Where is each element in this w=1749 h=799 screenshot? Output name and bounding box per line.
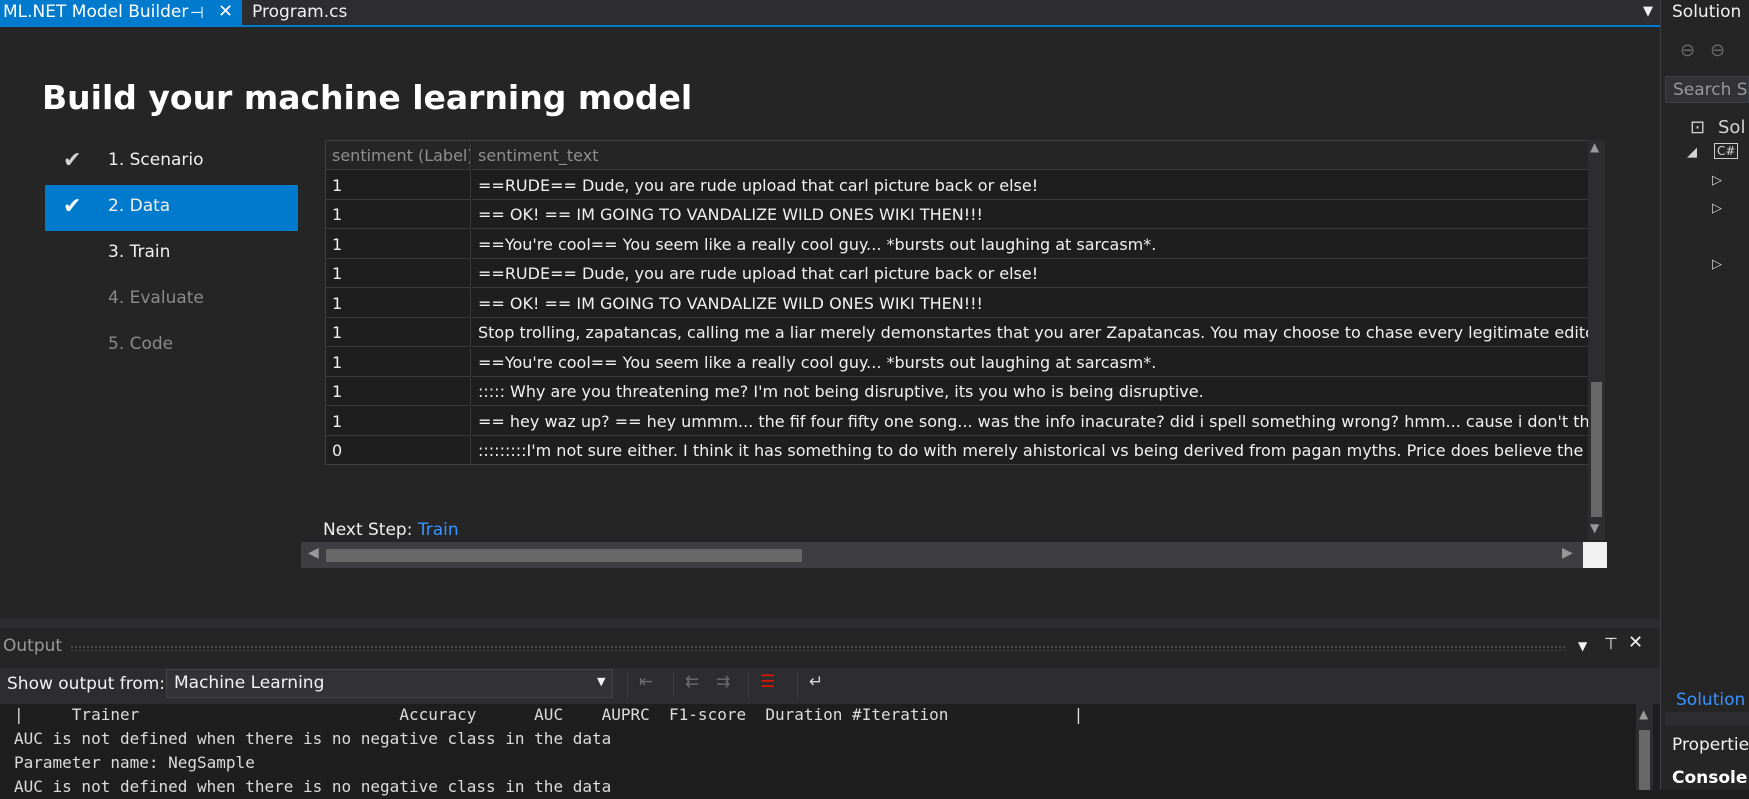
- table-cell-label: 1: [326, 288, 471, 318]
- table-cell-text: Stop trolling, zapatancas, calling me a …: [472, 318, 1588, 347]
- table-cell-label: 1: [326, 347, 471, 377]
- table-cell-text: ==You're cool== You seem like a really c…: [472, 348, 1588, 377]
- properties-object: Console: [1672, 768, 1748, 788]
- next-message-icon: ⇉: [716, 672, 731, 692]
- table-cell-text: ==RUDE== Dude, you are rude upload that …: [472, 259, 1588, 288]
- output-vertical-scroll-thumb[interactable]: [1639, 730, 1650, 790]
- toolbar-separator: [627, 672, 628, 698]
- table-cell-label: 1: [326, 318, 471, 347]
- previous-message-icon: ⇇: [685, 672, 700, 692]
- output-title: Output: [3, 636, 63, 656]
- tab-list-dropdown-icon[interactable]: ▼: [1643, 4, 1653, 19]
- collapse-arrow-icon[interactable]: ▷: [1712, 257, 1722, 272]
- solution-explorer-tab[interactable]: Solution: [1676, 690, 1745, 710]
- page-title: Build your machine learning model: [42, 78, 693, 117]
- drag-grip[interactable]: [70, 645, 1565, 651]
- step-label: 2. Data: [108, 196, 171, 216]
- step-scenario[interactable]: ✔ 1. Scenario: [45, 139, 298, 185]
- table-cell-label: 1: [326, 406, 471, 436]
- pin-icon[interactable]: ⊤: [1604, 634, 1618, 653]
- column-header-label[interactable]: sentiment (Label): [326, 141, 471, 170]
- table-cell-label: 1: [326, 229, 471, 259]
- table-cell-text: ==You're cool== You seem like a really c…: [472, 230, 1588, 259]
- step-label: 5. Code: [108, 334, 174, 354]
- step-evaluate: 4. Evaluate: [45, 277, 298, 323]
- check-icon: ✔: [63, 194, 82, 219]
- solution-root-icon: ⊡: [1690, 117, 1706, 138]
- grid-vertical-scroll-thumb[interactable]: [1591, 382, 1602, 517]
- close-icon[interactable]: ✕: [218, 1, 233, 22]
- tab-ml-model-builder-label: ML.NET Model Builder: [3, 2, 189, 22]
- show-output-from-label: Show output from:: [7, 674, 166, 694]
- collapse-arrow-icon[interactable]: ▷: [1712, 201, 1722, 216]
- output-line: AUC is not defined when there is no nega…: [14, 729, 612, 748]
- solution-search-placeholder: Search S: [1673, 80, 1748, 100]
- table-cell-label: 1: [326, 200, 471, 229]
- grid-horizontal-scroll-thumb[interactable]: [326, 549, 802, 562]
- word-wrap-icon[interactable]: ↵: [809, 672, 823, 692]
- next-step-label: Next Step:: [323, 520, 413, 540]
- output-source-select[interactable]: Machine Learning: [166, 669, 613, 698]
- pin-icon[interactable]: ⊣: [190, 3, 204, 22]
- toolbar-separator: [748, 672, 749, 698]
- next-step-train-link[interactable]: Train: [418, 520, 459, 540]
- table-cell-text: ==RUDE== Dude, you are rude upload that …: [472, 171, 1588, 200]
- scroll-up-icon[interactable]: ▲: [1590, 140, 1599, 154]
- tab-program-cs[interactable]: Program.cs: [252, 2, 347, 22]
- chevron-down-icon[interactable]: ▼: [597, 675, 605, 688]
- table-cell-text: == hey waz up? == hey ummm... the fif fo…: [472, 407, 1588, 436]
- output-log[interactable]: | Trainer Accuracy AUC AUPRC F1-score Du…: [14, 703, 1083, 799]
- output-splitter[interactable]: [0, 618, 1660, 628]
- scroll-up-icon[interactable]: ▲: [1639, 707, 1648, 721]
- step-data[interactable]: ✔ 2. Data: [45, 185, 298, 231]
- panel-divider: [1665, 712, 1749, 726]
- clear-all-icon[interactable]: ☰: [760, 672, 775, 692]
- collapse-arrow-icon[interactable]: ▷: [1712, 173, 1722, 188]
- table-cell-label: 0: [326, 436, 471, 464]
- csharp-project-icon: C#: [1714, 143, 1739, 159]
- find-message-icon: ⇤: [639, 672, 654, 692]
- solution-explorer-title: Solution: [1672, 2, 1742, 22]
- output-line: AUC is not defined when there is no nega…: [14, 777, 612, 796]
- solution-root-item[interactable]: Sol: [1718, 117, 1745, 138]
- check-icon: ✔: [63, 148, 82, 173]
- table-cell-text: ::::: Why are you threatening me? I'm no…: [472, 377, 1588, 406]
- back-icon[interactable]: ⊖: [1680, 40, 1695, 61]
- document-tab-strip: [0, 0, 1660, 25]
- next-step: Next Step: Train: [323, 520, 459, 540]
- scroll-right-icon[interactable]: ▶: [1562, 545, 1573, 561]
- output-line: | Trainer Accuracy AUC AUPRC F1-score Du…: [14, 705, 1084, 724]
- table-cell-text: == OK! == IM GOING TO VANDALIZE WILD ONE…: [472, 200, 1588, 229]
- table-cell-text: :::::::::I'm not sure either. I think it…: [472, 436, 1588, 464]
- scroll-left-icon[interactable]: ◀: [308, 545, 319, 561]
- step-label: 4. Evaluate: [108, 288, 204, 308]
- column-header-text[interactable]: sentiment_text: [472, 141, 1588, 170]
- step-label: 1. Scenario: [108, 150, 204, 170]
- data-preview-grid[interactable]: sentiment (Label) sentiment_text 1 ==RUD…: [325, 140, 1589, 465]
- properties-title: Propertie: [1672, 735, 1749, 755]
- forward-icon[interactable]: ⊖: [1710, 40, 1725, 61]
- expand-arrow-icon[interactable]: ◢: [1687, 145, 1697, 160]
- step-label: 3. Train: [108, 242, 171, 262]
- close-icon[interactable]: ✕: [1628, 632, 1643, 653]
- table-cell-label: 1: [326, 377, 471, 406]
- table-cell-text: == OK! == IM GOING TO VANDALIZE WILD ONE…: [472, 289, 1588, 318]
- toolbar-separator: [797, 672, 798, 698]
- toolbar-separator: [673, 672, 674, 698]
- step-train[interactable]: 3. Train: [45, 231, 298, 277]
- step-code: 5. Code: [45, 323, 298, 369]
- scroll-down-icon[interactable]: ▼: [1590, 521, 1599, 535]
- table-cell-label: 1: [326, 170, 471, 200]
- table-cell-label: 1: [326, 259, 471, 288]
- output-line: Parameter name: NegSample: [14, 753, 255, 772]
- scrollbar-corner: [1583, 542, 1607, 568]
- window-menu-icon[interactable]: ▼: [1578, 639, 1587, 653]
